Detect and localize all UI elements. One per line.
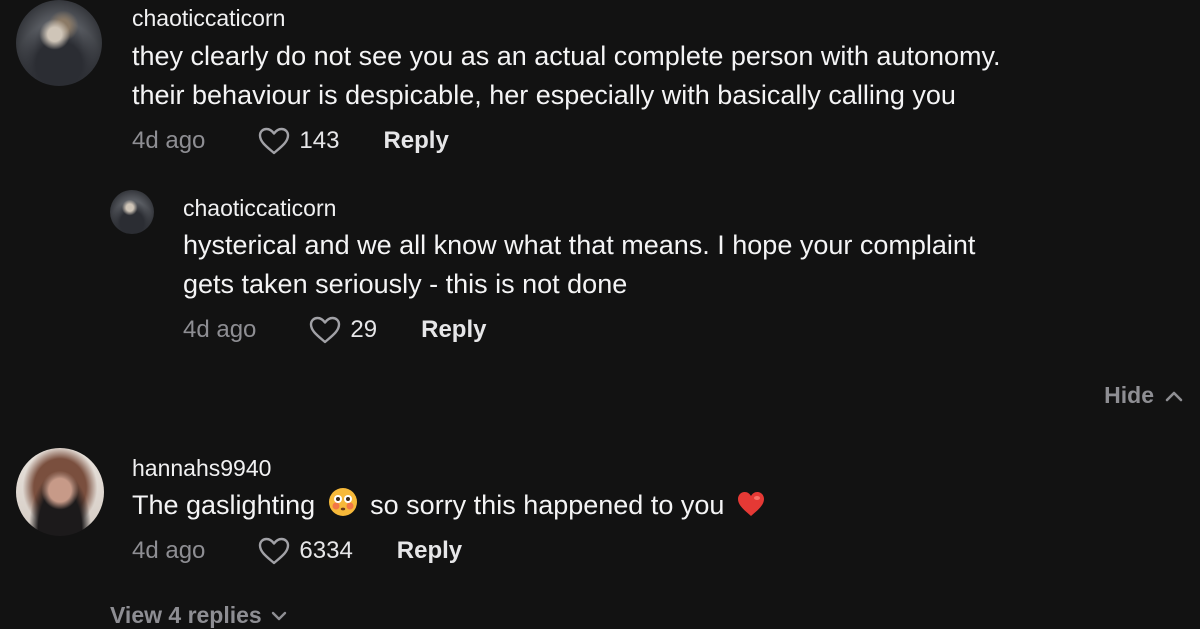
comment-meta: 4d ago 6334 Reply [132,533,770,569]
comment-text-part: The gaslighting [132,490,316,520]
user-avatar[interactable] [16,448,104,536]
reply-button[interactable]: Reply [383,127,448,155]
chevron-up-icon [1165,391,1183,401]
user-avatar[interactable] [110,190,154,234]
like-count: 143 [299,127,340,154]
heart-outline-icon [259,537,290,565]
comment-text: The gaslighting so sorry this happened t… [132,486,770,525]
comment-meta: 4d ago 29 Reply [183,312,975,348]
reply-button[interactable]: Reply [421,316,486,344]
like-button[interactable]: 6334 [257,536,353,566]
comment-username[interactable]: chaoticcaticorn [183,194,975,222]
comment-meta: 4d ago 143 Reply [132,123,1001,159]
comment-timestamp: 4d ago [132,127,206,154]
comment-text-line: gets taken seriously - this is not done [183,269,628,299]
comment-text-line: they clearly do not see you as an actual… [132,41,1001,71]
like-count: 6334 [299,537,353,564]
comment-reply: chaoticcaticorn hysterical and we all kn… [110,190,975,348]
comment-timestamp: 4d ago [183,316,257,343]
comment-text-part: so sorry this happened to you [370,490,725,520]
flushed-face-emoji-icon [328,488,357,516]
red-heart-emoji-icon [737,492,764,516]
comment-timestamp: 4d ago [132,537,206,564]
view-replies-button[interactable]: View 4 replies [110,602,288,629]
hide-label: Hide [1104,382,1154,408]
like-button[interactable]: 29 [308,315,377,345]
view-replies-label: View 4 replies [110,602,262,628]
heart-outline-icon [259,127,290,155]
heart-outline-icon [310,316,341,344]
hide-replies-button[interactable]: Hide [1104,382,1184,409]
chevron-down-icon [271,611,286,620]
comment: hannahs9940 The gaslighting so sorry thi… [16,448,770,569]
user-avatar[interactable] [16,0,102,86]
reply-button[interactable]: Reply [397,537,462,565]
like-count: 29 [350,316,378,343]
comment-text-line: hysterical and we all know what that mea… [183,230,976,260]
comment-username[interactable]: hannahs9940 [132,454,770,482]
comment-text-line: their behaviour is despicable, her espec… [132,80,956,110]
comment-username[interactable]: chaoticcaticorn [132,4,1001,32]
comment: chaoticcaticorn they clearly do not see … [16,0,1001,159]
like-button[interactable]: 143 [257,126,339,156]
